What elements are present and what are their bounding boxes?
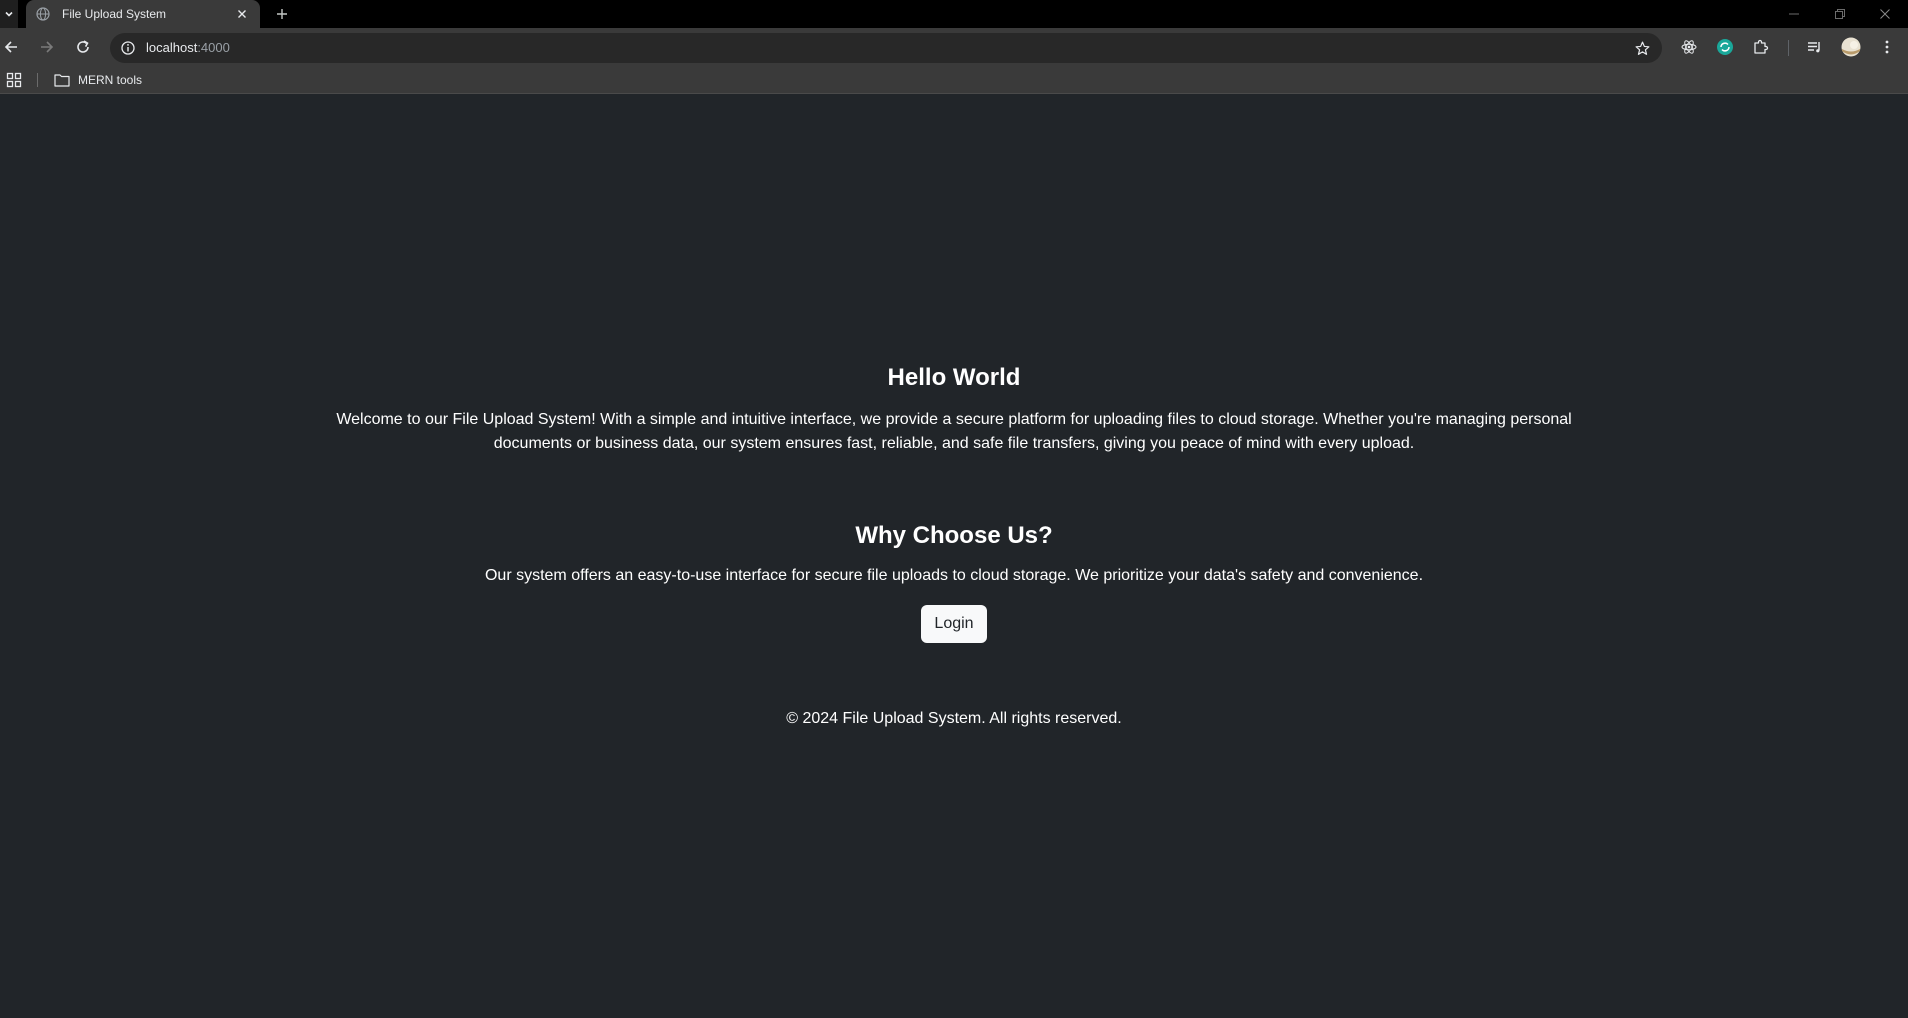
info-icon [121, 41, 135, 55]
browser-menu-button[interactable] [1872, 32, 1902, 62]
close-icon [238, 10, 246, 18]
puzzle-icon [1754, 39, 1769, 54]
url-host: localhost [146, 40, 198, 55]
hero-title: Hello World [887, 364, 1021, 391]
restore-button[interactable] [1817, 0, 1863, 28]
extensions-button[interactable] [1746, 32, 1776, 62]
profile-avatar-button[interactable] [1836, 32, 1866, 62]
toolbar-separator [1788, 40, 1789, 56]
bookmark-folder-label: MERN tools [78, 73, 143, 87]
minimize-button[interactable] [1771, 0, 1817, 28]
why-title: Why Choose Us? [855, 522, 1053, 549]
footer-text: © 2024 File Upload System. All rights re… [786, 710, 1122, 727]
login-button[interactable]: Login [921, 605, 987, 643]
react-devtools-extension[interactable] [1674, 32, 1704, 62]
arrow-right-icon [41, 41, 54, 53]
hero-text-line-2: documents or business data, our system e… [493, 435, 1415, 452]
bookmarks-bar: MERN tools [0, 66, 1908, 94]
url-port: :4000 [197, 40, 230, 55]
reload-icon [77, 40, 89, 53]
star-icon [1635, 41, 1649, 55]
back-button[interactable] [0, 32, 26, 62]
bookmark-folder-mern-tools[interactable]: MERN tools [54, 70, 142, 90]
plus-icon [277, 9, 287, 19]
reload-button[interactable] [68, 32, 98, 62]
chevron-down-icon [5, 11, 13, 17]
page-content: Hello World Welcome to our File Upload S… [0, 95, 1908, 1018]
bookmarks-separator [37, 73, 38, 87]
tab-close-button[interactable] [234, 6, 250, 22]
close-window-button[interactable] [1862, 0, 1908, 28]
folder-icon [54, 74, 70, 87]
react-atom-icon [1681, 40, 1697, 54]
tab-active[interactable]: File Upload System [26, 0, 260, 28]
tab-search-button[interactable] [0, 0, 18, 28]
forward-button[interactable] [32, 32, 62, 62]
sync-extension[interactable] [1710, 32, 1740, 62]
globe-icon [36, 7, 50, 21]
arrow-left-icon [4, 41, 17, 53]
minimize-icon [1789, 13, 1799, 15]
site-info-button[interactable] [116, 36, 140, 60]
media-controls-button[interactable] [1800, 32, 1830, 62]
avatar [1841, 37, 1861, 57]
login-button-wrapper: Login [0, 605, 1908, 643]
address-bar[interactable]: localhost:4000 [110, 33, 1662, 63]
new-tab-button[interactable] [272, 4, 292, 24]
why-text: Our system offers an easy-to-use interfa… [484, 567, 1424, 584]
more-vertical-icon [1885, 40, 1889, 54]
browser-toolbar: localhost:4000 [0, 28, 1908, 66]
playlist-icon [1808, 42, 1820, 53]
tab-title: File Upload System [62, 7, 167, 21]
sync-icon [1717, 39, 1733, 55]
url-text: localhost:4000 [146, 40, 230, 55]
tab-strip: File Upload System [0, 0, 1908, 28]
restore-icon [1835, 9, 1845, 19]
hero-text-line-1: Welcome to our File Upload System! With … [336, 411, 1572, 428]
apps-grid-icon[interactable] [6, 72, 22, 88]
close-icon [1880, 9, 1890, 19]
bookmark-star-button[interactable] [1630, 36, 1654, 60]
